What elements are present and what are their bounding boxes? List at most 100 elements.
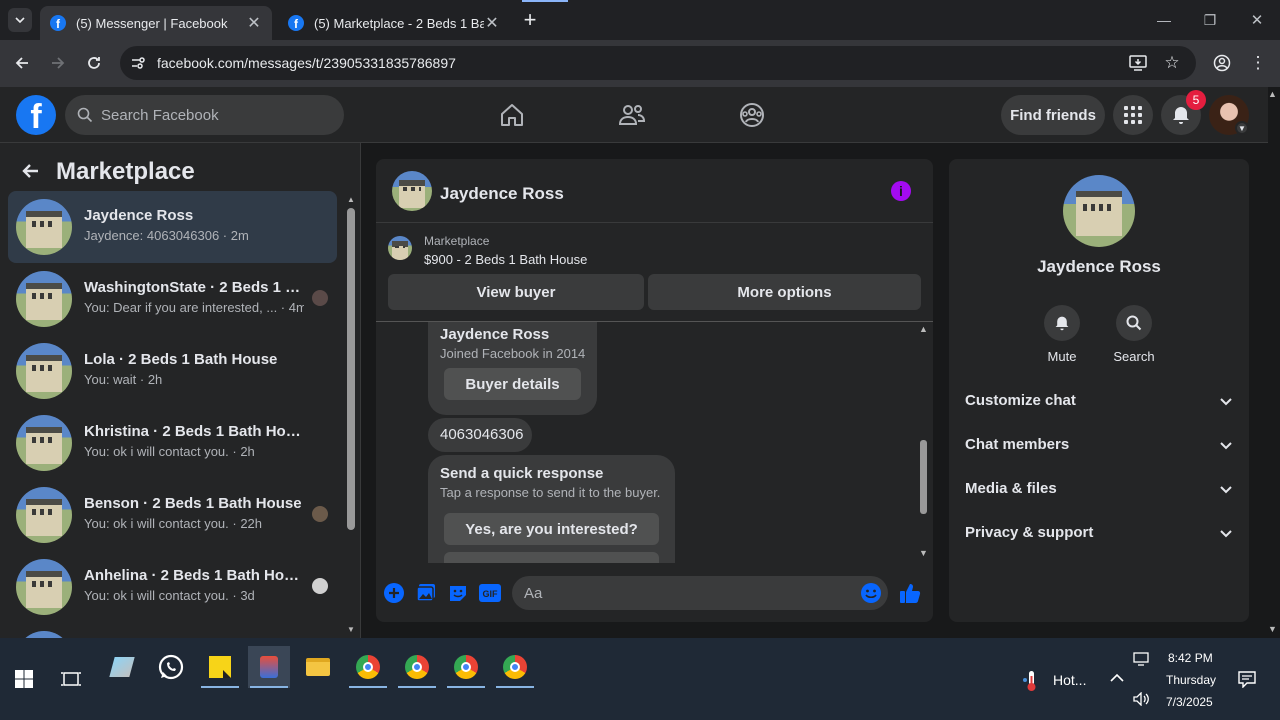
conversation-name: WashingtonState · 2 Beds 1 Ba... xyxy=(84,279,304,296)
close-tab-icon[interactable]: ✕ xyxy=(246,13,262,33)
back-icon[interactable] xyxy=(10,51,34,75)
scroll-up-icon[interactable]: ▲ xyxy=(347,195,355,204)
back-arrow-icon[interactable] xyxy=(20,161,44,185)
more-options-button[interactable]: More options xyxy=(648,274,921,310)
app-icon[interactable] xyxy=(101,646,143,688)
section-label: Media & files xyxy=(965,480,1057,497)
scroll-up-icon[interactable]: ▲ xyxy=(919,324,928,334)
chrome-profile-icon[interactable] xyxy=(494,646,536,688)
scroll-down-icon[interactable]: ▼ xyxy=(919,548,928,558)
conversation-item[interactable]: Lola · 2 Beds 1 Bath House You: wait · 2… xyxy=(8,335,337,407)
close-window-icon[interactable]: ✕ xyxy=(1245,8,1269,32)
message-text: 4063046306 xyxy=(440,426,524,443)
quick-response-option[interactable]: Yes, are you interested? xyxy=(444,513,659,545)
mute-label: Mute xyxy=(1047,349,1077,364)
scroll-down-icon[interactable]: ▼ xyxy=(347,625,355,634)
chrome-profile-icon[interactable] xyxy=(396,646,438,688)
facebook-logo-icon[interactable]: f xyxy=(16,95,56,135)
media-files-section[interactable]: Media & files xyxy=(965,480,1233,497)
task-view-icon[interactable] xyxy=(50,658,92,700)
message-input[interactable]: Aa xyxy=(512,576,888,610)
chat-avatar[interactable] xyxy=(392,171,432,211)
chevron-up-icon[interactable] xyxy=(1110,670,1124,686)
page-scroll-up-icon[interactable]: ▲ xyxy=(1268,89,1277,99)
conversation-item[interactable] xyxy=(8,623,337,638)
listing-thumbnail xyxy=(16,487,72,543)
restore-icon[interactable]: ❐ xyxy=(1198,8,1222,32)
plus-icon[interactable] xyxy=(382,581,406,605)
tab-search-icon[interactable] xyxy=(8,8,32,32)
tab-title: (5) Messenger | Facebook xyxy=(76,15,228,31)
find-friends-button[interactable]: Find friends xyxy=(1001,95,1105,135)
reload-icon[interactable] xyxy=(82,51,106,75)
file-explorer-icon[interactable] xyxy=(297,646,339,688)
conversation-item[interactable]: Jaydence Ross Jaydence: 4063046306 · 2m xyxy=(8,191,337,263)
network-icon[interactable] xyxy=(1133,652,1151,671)
tab-marketplace[interactable]: f (5) Marketplace - 2 Beds 1 Bath ✕ xyxy=(278,6,510,40)
mute-button[interactable]: Mute xyxy=(1026,305,1098,364)
running-indicator xyxy=(496,686,534,688)
privacy-support-section[interactable]: Privacy & support xyxy=(965,524,1233,541)
quick-response-option[interactable] xyxy=(444,552,659,563)
conversation-preview: You: wait · 2h xyxy=(84,372,163,387)
forward-icon[interactable] xyxy=(46,51,70,75)
info-icon[interactable]: i xyxy=(891,181,911,201)
close-tab-icon[interactable]: ✕ xyxy=(484,13,500,33)
conversation-item[interactable]: Benson · 2 Beds 1 Bath House You: ok i w… xyxy=(8,479,337,551)
svg-text:GIF: GIF xyxy=(483,589,499,599)
search-conversation-button[interactable]: Search xyxy=(1098,305,1170,364)
notification-center-icon[interactable] xyxy=(1238,670,1256,693)
groups-icon[interactable] xyxy=(736,99,768,131)
menu-grid-icon[interactable] xyxy=(1113,95,1153,135)
clock-time[interactable]: 8:42 PM xyxy=(1168,651,1213,665)
bookmark-star-icon[interactable]: ☆ xyxy=(1160,51,1184,75)
account-chevron-icon[interactable]: ▼ xyxy=(1235,121,1249,135)
search-facebook-input[interactable]: Search Facebook xyxy=(65,95,344,135)
listing-title[interactable]: $900 - 2 Beds 1 Bath House xyxy=(424,252,587,267)
conversation-item[interactable]: Anhelina · 2 Beds 1 Bath House You: ok i… xyxy=(8,551,337,623)
sticker-icon[interactable] xyxy=(446,581,470,605)
sidebar-scrollbar[interactable] xyxy=(347,208,355,530)
menu-kebab-icon[interactable]: ⋮ xyxy=(1246,51,1270,75)
profile-icon[interactable] xyxy=(1210,51,1234,75)
site-info-icon[interactable] xyxy=(126,51,150,75)
conversation-name: Jaydence Ross xyxy=(84,207,194,224)
thread-scrollbar[interactable] xyxy=(920,440,927,514)
conversation-item[interactable]: WashingtonState · 2 Beds 1 Ba... You: De… xyxy=(8,263,337,335)
clock-day[interactable]: Thursday xyxy=(1166,673,1216,687)
like-thumb-icon[interactable] xyxy=(898,581,922,605)
conversation-item[interactable]: Khristina · 2 Beds 1 Bath House You: ok … xyxy=(8,407,337,479)
search-placeholder: Search Facebook xyxy=(101,106,219,124)
install-app-icon[interactable] xyxy=(1126,51,1150,75)
photo-icon[interactable] xyxy=(414,581,438,605)
clock-date[interactable]: 7/3/2025 xyxy=(1166,695,1213,709)
emoji-icon[interactable] xyxy=(859,581,883,605)
buyer-details-button[interactable]: Buyer details xyxy=(444,368,581,400)
sticky-notes-icon[interactable] xyxy=(199,646,241,688)
gif-icon[interactable]: GIF xyxy=(478,581,502,605)
chat-title[interactable]: Jaydence Ross xyxy=(440,184,564,204)
chevron-down-icon xyxy=(1220,398,1232,406)
tab-messenger[interactable]: f (5) Messenger | Facebook ✕ xyxy=(40,6,272,40)
read-receipt-avatar xyxy=(312,290,328,306)
chrome-icon[interactable] xyxy=(347,646,389,688)
app-active-icon[interactable] xyxy=(248,646,290,688)
minimize-icon[interactable]: — xyxy=(1152,8,1176,32)
home-icon[interactable] xyxy=(496,99,528,131)
new-tab-icon[interactable]: + xyxy=(518,7,542,32)
volume-icon[interactable] xyxy=(1133,691,1151,711)
listing-thumbnail xyxy=(388,236,412,260)
view-buyer-button[interactable]: View buyer xyxy=(388,274,644,310)
windows-start-icon[interactable] xyxy=(3,658,45,700)
listing-thumbnail xyxy=(16,415,72,471)
address-bar[interactable]: facebook.com/messages/t/2390533183578689… xyxy=(120,46,1196,80)
customize-chat-section[interactable]: Customize chat xyxy=(965,392,1233,409)
chrome-profile-icon[interactable] xyxy=(445,646,487,688)
weather-text[interactable]: Hot... xyxy=(1053,672,1086,688)
profile-avatar[interactable] xyxy=(1063,175,1135,247)
page-scroll-down-icon[interactable]: ▼ xyxy=(1268,624,1277,634)
weather-thermometer-icon[interactable] xyxy=(1022,670,1040,691)
friends-icon[interactable] xyxy=(616,99,648,131)
whatsapp-icon[interactable] xyxy=(150,646,192,688)
chat-members-section[interactable]: Chat members xyxy=(965,436,1233,453)
